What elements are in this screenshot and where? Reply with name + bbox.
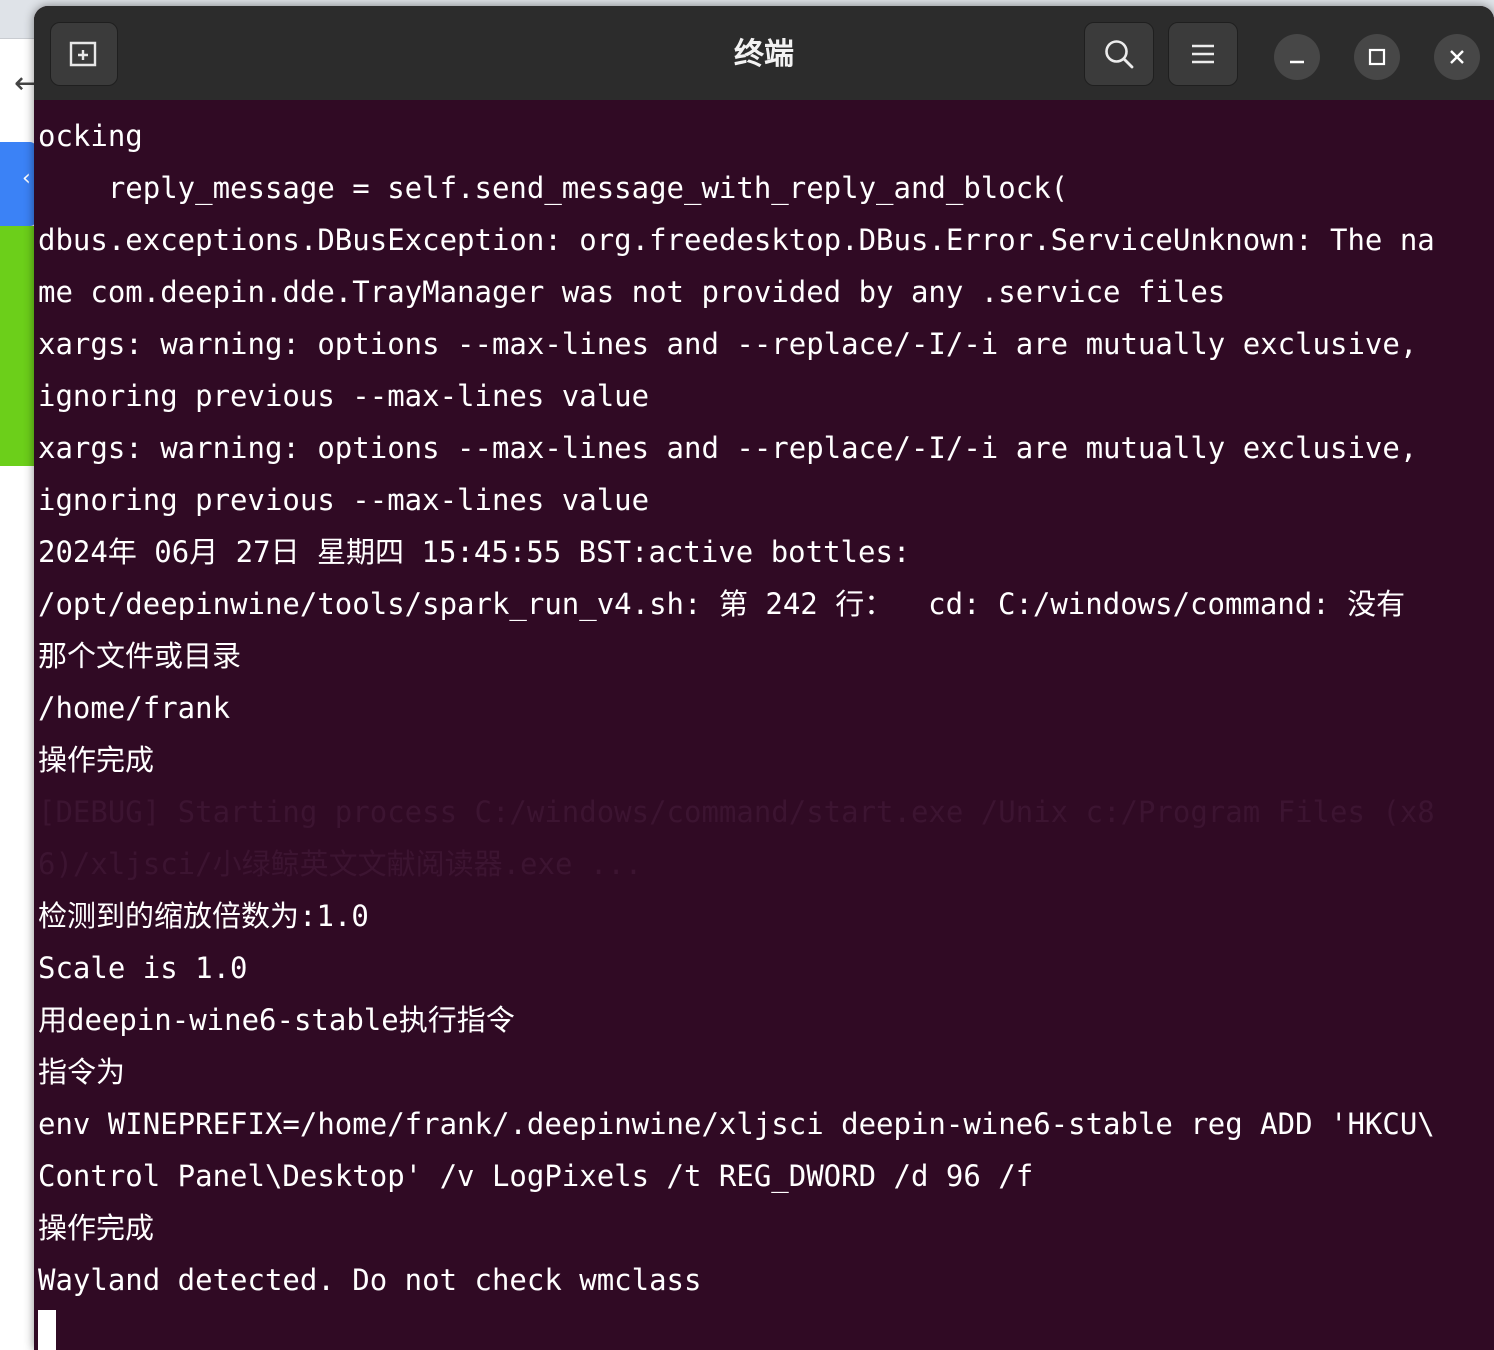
terminal-line: ignoring previous --max-lines value	[38, 483, 650, 517]
minimize-button[interactable]	[1274, 34, 1320, 80]
terminal-line: ocking	[38, 119, 143, 153]
terminal-line: xargs: warning: options --max-lines and …	[38, 327, 1418, 361]
terminal-line: 那个文件或目录	[38, 639, 242, 673]
terminal-line: /home/frank	[38, 691, 231, 725]
terminal-line: 指令为	[38, 1055, 126, 1089]
terminal-window: 终端 ocking reply_message = self.send_mess…	[34, 6, 1494, 1350]
minimize-icon	[1290, 60, 1304, 64]
terminal-line: dbus.exceptions.DBusException: org.freed…	[38, 223, 1435, 257]
terminal-line: me com.deepin.dde.TrayManager was not pr…	[38, 275, 1226, 309]
terminal-headerbar: 终端	[34, 6, 1494, 100]
chevron-left-icon: ‹	[22, 166, 31, 191]
search-icon	[1105, 40, 1134, 69]
terminal-line: [DEBUG] Starting process C:/windows/comm…	[38, 795, 1435, 829]
terminal-line: Control Panel\Desktop' /v LogPixels /t R…	[38, 1159, 1034, 1193]
maximize-button[interactable]	[1354, 34, 1400, 80]
terminal-line: reply_message = self.send_message_with_r…	[38, 171, 1069, 205]
maximize-icon	[1368, 48, 1386, 66]
terminal-line: ignoring previous --max-lines value	[38, 379, 650, 413]
terminal-line: 6)/xljsci/小绿鲸英文文献阅读器.exe ...	[38, 847, 643, 881]
terminal-prompt-line[interactable]	[38, 1306, 1484, 1350]
terminal-line: xargs: warning: options --max-lines and …	[38, 431, 1418, 465]
browser-green-panel	[0, 226, 36, 466]
close-icon	[1450, 50, 1464, 64]
close-button[interactable]	[1434, 34, 1480, 80]
hamburger-menu-icon	[1192, 44, 1214, 64]
terminal-line: /opt/deepinwine/tools/spark_run_v4.sh: 第…	[38, 587, 1406, 621]
terminal-line: 操作完成	[38, 743, 155, 777]
terminal-line: Scale is 1.0	[38, 951, 248, 985]
search-button[interactable]	[1084, 22, 1154, 86]
text-cursor	[38, 1310, 56, 1350]
menu-button[interactable]	[1168, 22, 1238, 86]
terminal-line: 检测到的缩放倍数为:1.0	[38, 899, 369, 933]
terminal-output[interactable]: ocking reply_message = self.send_message…	[38, 110, 1484, 1350]
terminal-line: 2024年 06月 27日 星期四 15:45:55 BST:active bo…	[38, 535, 911, 569]
terminal-line: Wayland detected. Do not check wmclass	[38, 1263, 702, 1297]
terminal-line: env WINEPREFIX=/home/frank/.deepinwine/x…	[38, 1107, 1435, 1141]
terminal-line: 操作完成	[38, 1211, 155, 1245]
terminal-line: 用deepin-wine6-stable执行指令	[38, 1003, 515, 1037]
